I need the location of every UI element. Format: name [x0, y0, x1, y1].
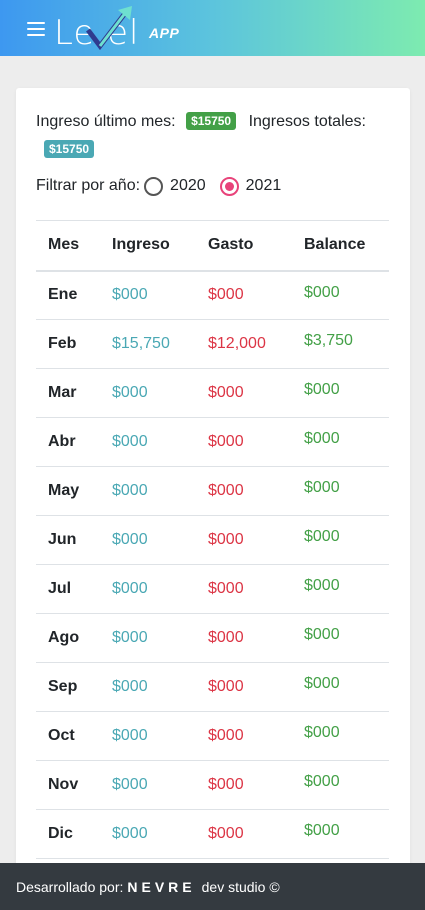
cell-ingreso: $000: [100, 368, 196, 418]
cell-ingreso: $000: [100, 270, 196, 320]
cell-ingreso: $000: [100, 564, 196, 614]
table-row: Oct $000 $000 $000: [36, 711, 389, 761]
header-mes: Mes: [36, 220, 100, 272]
cell-mes: Jul: [36, 564, 100, 614]
income-summary: Ingreso último mes: $15750 Ingresos tota…: [36, 108, 390, 164]
cell-mes: Mar: [36, 368, 100, 418]
logo-app-label: APP: [149, 25, 180, 41]
table-row: Abr $000 $000 $000: [36, 417, 389, 467]
cell-balance: $000: [292, 515, 389, 565]
cell-gasto: $000: [196, 809, 292, 859]
monthly-table: Mes Ingreso Gasto Balance Ene $000 $000 $00…: [36, 220, 389, 859]
cell-balance: $000: [292, 711, 389, 761]
cell-gasto: $000: [196, 760, 292, 810]
cell-gasto: $12,000: [196, 319, 292, 369]
table-header-row: Mes Ingreso Gasto Balance: [36, 220, 389, 272]
table-row: Dic $000 $000 $000: [36, 809, 389, 859]
year-filter-label: Filtrar por año:: [36, 177, 141, 194]
table-row: Nov $000 $000 $000: [36, 760, 389, 810]
total-income-badge: $15750: [44, 140, 95, 158]
cell-gasto: $000: [196, 466, 292, 516]
cell-ingreso: $000: [100, 417, 196, 467]
cell-ingreso: $000: [100, 515, 196, 565]
cell-ingreso: $000: [100, 613, 196, 663]
cell-mes: Sep: [36, 662, 100, 712]
cell-balance: $000: [292, 613, 389, 663]
cell-gasto: $000: [196, 613, 292, 663]
radio-2020-label[interactable]: 2020: [170, 177, 206, 195]
total-income-label: Ingresos totales:: [248, 113, 366, 130]
table-row: Sep $000 $000 $000: [36, 662, 389, 712]
year-filter: Filtrar por año: 2020 2021: [36, 172, 390, 200]
footer-brand[interactable]: NEVRE: [127, 879, 195, 895]
cell-mes: May: [36, 466, 100, 516]
cell-mes: Ene: [36, 270, 100, 320]
table-body: Ene $000 $000 $000 Feb $15,750 $12,000 $3,750 Ma…: [36, 270, 389, 859]
cell-ingreso: $15,750: [100, 319, 196, 369]
app-logo[interactable]: Le el APP: [54, 6, 194, 50]
app-footer: Desarrollado por: NEVRE dev studio ©: [0, 863, 425, 910]
cell-balance: $3,750: [292, 319, 389, 369]
table-row: Mar $000 $000 $000: [36, 368, 389, 418]
header-gasto: Gasto: [196, 220, 292, 272]
cell-ingreso: $000: [100, 711, 196, 761]
cell-balance: $000: [292, 809, 389, 859]
header-balance: Balance: [292, 220, 389, 272]
cell-mes: Nov: [36, 760, 100, 810]
summary-card: Ingreso último mes: $15750 Ingresos tota…: [16, 88, 410, 868]
radio-2021-label[interactable]: 2021: [246, 177, 282, 195]
table-row: Ago $000 $000 $000: [36, 613, 389, 663]
radio-2020[interactable]: [144, 176, 164, 196]
cell-balance: $000: [292, 564, 389, 614]
last-month-label: Ingreso último mes:: [36, 113, 176, 130]
cell-balance: $000: [292, 662, 389, 712]
cell-mes: Abr: [36, 417, 100, 467]
footer-prefix: Desarrollado por:: [16, 878, 124, 895]
table-row: May $000 $000 $000: [36, 466, 389, 516]
cell-ingreso: $000: [100, 809, 196, 859]
cell-mes: Dic: [36, 809, 100, 859]
cell-balance: $000: [292, 417, 389, 467]
cell-ingreso: $000: [100, 760, 196, 810]
cell-gasto: $000: [196, 270, 292, 320]
table-row: Ene $000 $000 $000: [36, 270, 389, 320]
cell-gasto: $000: [196, 662, 292, 712]
cell-gasto: $000: [196, 417, 292, 467]
cell-mes: Oct: [36, 711, 100, 761]
cell-mes: Feb: [36, 319, 100, 369]
cell-gasto: $000: [196, 711, 292, 761]
header-ingreso: Ingreso: [100, 220, 196, 272]
hamburger-menu-icon[interactable]: [27, 22, 45, 36]
footer-suffix: dev studio ©: [201, 878, 280, 895]
cell-ingreso: $000: [100, 466, 196, 516]
cell-mes: Jun: [36, 515, 100, 565]
table-row: Jul $000 $000 $000: [36, 564, 389, 614]
cell-balance: $000: [292, 466, 389, 516]
cell-gasto: $000: [196, 515, 292, 565]
app-header: Le el APP: [0, 0, 425, 56]
cell-mes: Ago: [36, 613, 100, 663]
radio-2021[interactable]: [219, 176, 239, 196]
cell-gasto: $000: [196, 368, 292, 418]
table-row: Feb $15,750 $12,000 $3,750: [36, 319, 389, 369]
table-row: Jun $000 $000 $000: [36, 515, 389, 565]
cell-gasto: $000: [196, 564, 292, 614]
cell-ingreso: $000: [100, 662, 196, 712]
logo-arrow-icon: [86, 6, 132, 50]
cell-balance: $000: [292, 368, 389, 418]
cell-balance: $000: [292, 270, 389, 320]
cell-balance: $000: [292, 760, 389, 810]
last-month-badge: $15750: [186, 112, 237, 130]
